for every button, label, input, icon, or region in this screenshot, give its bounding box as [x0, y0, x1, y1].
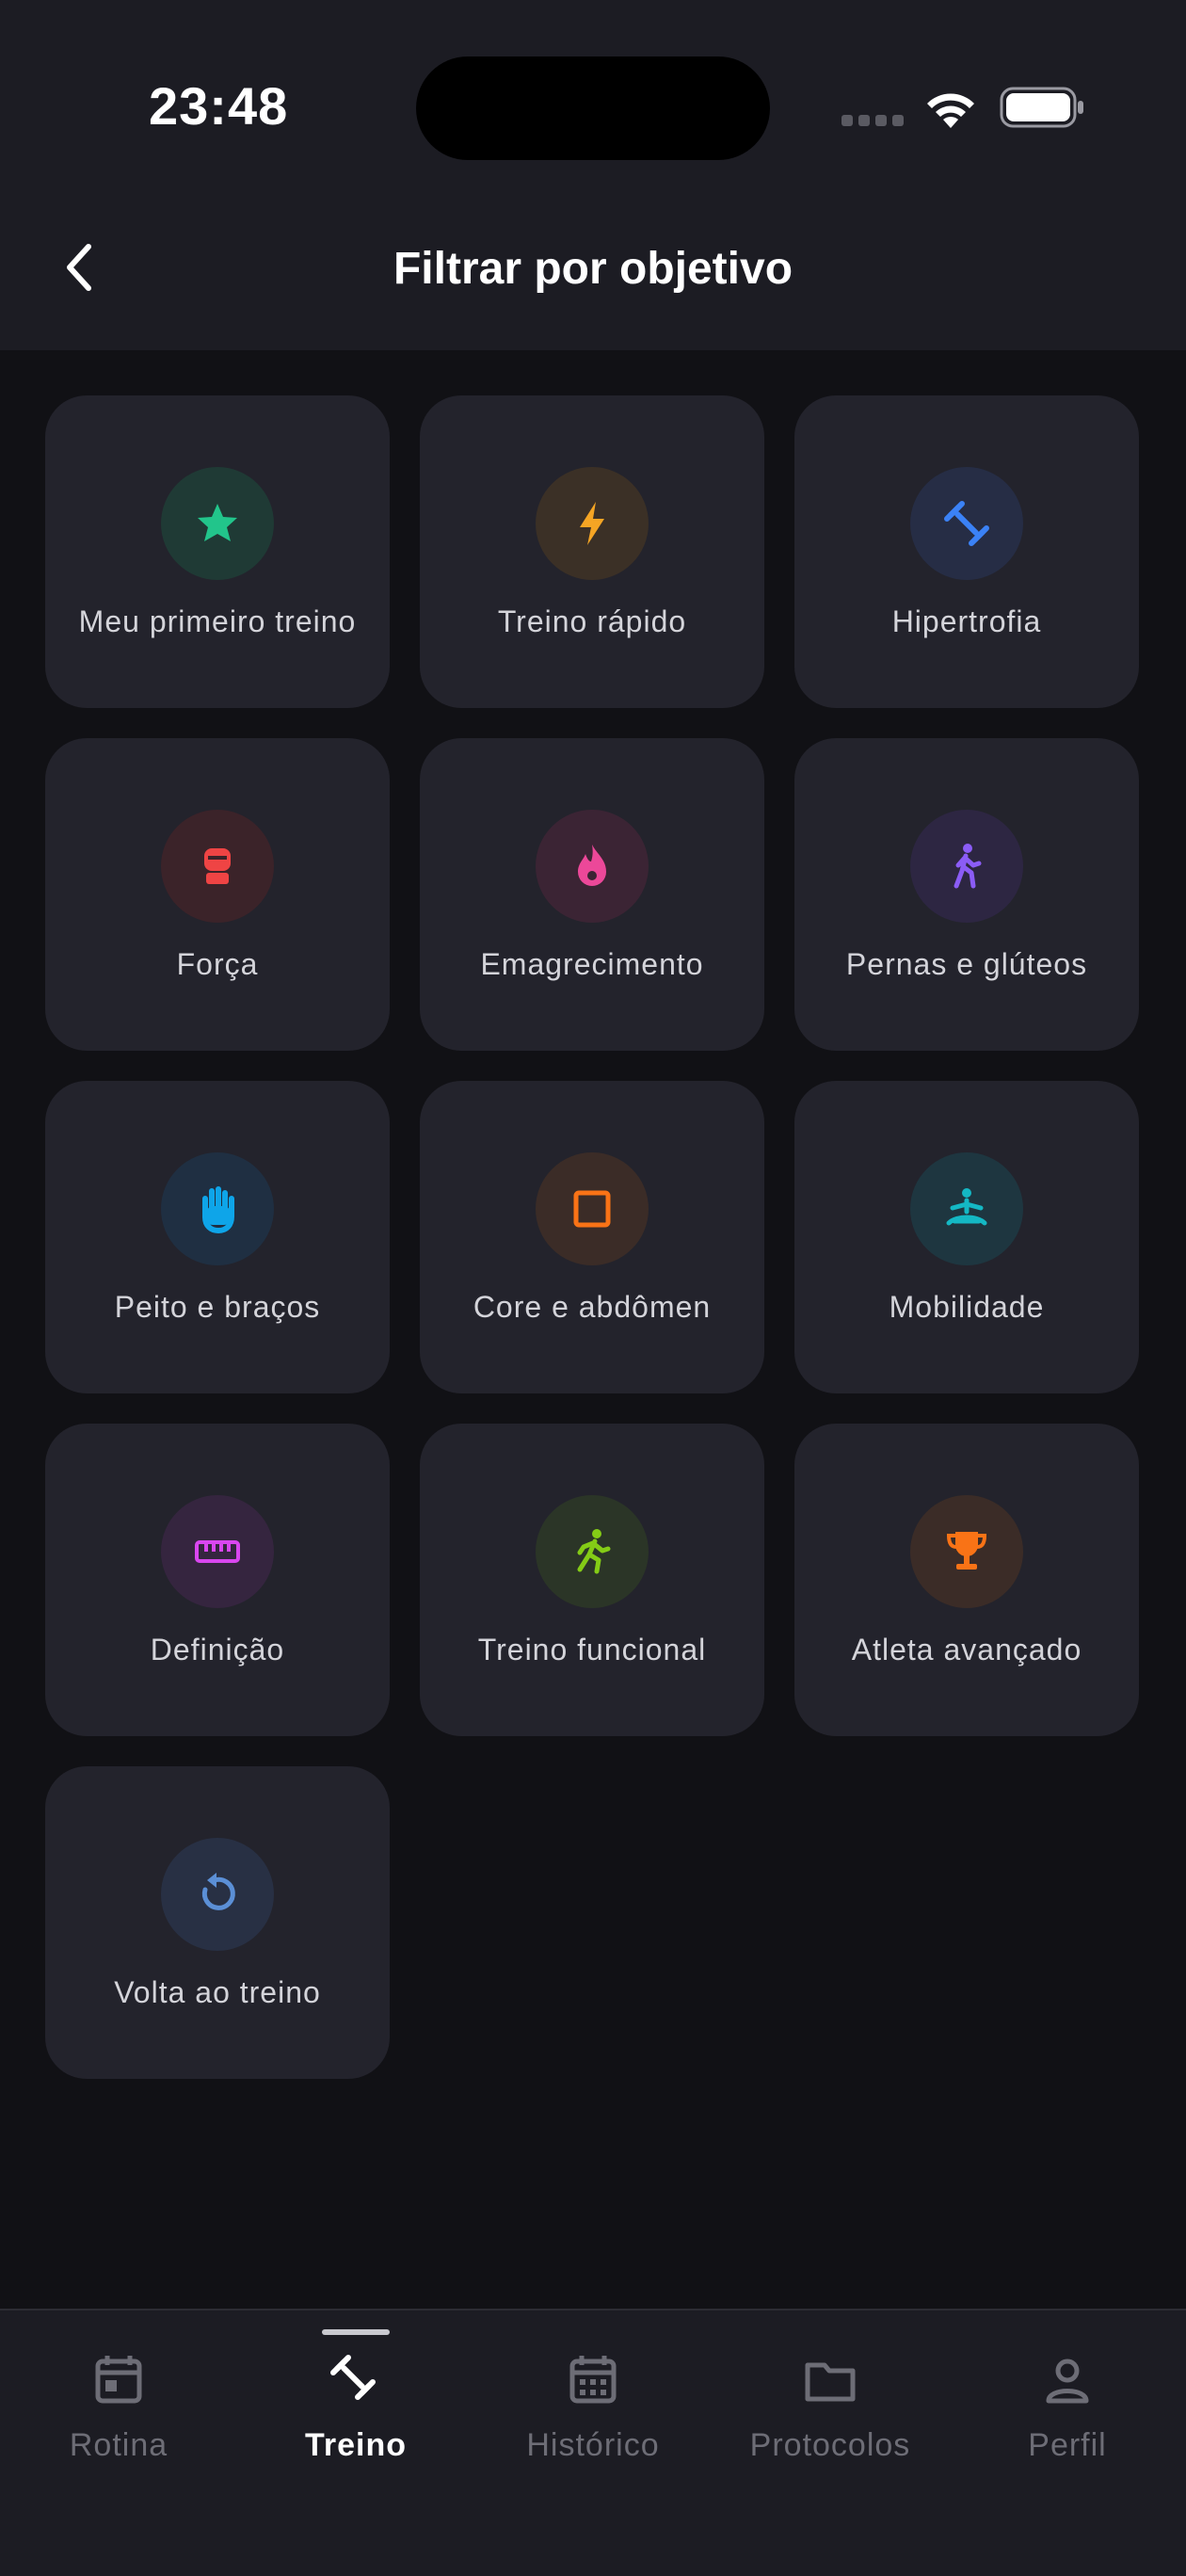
goal-card[interactable]: Peito e braços: [45, 1081, 390, 1393]
goal-label: Hipertrofia: [891, 604, 1042, 638]
goal-label: Peito e braços: [114, 1290, 321, 1324]
square-icon: [573, 1190, 611, 1228]
goal-icon-circle: [910, 810, 1023, 923]
running-person-icon: [577, 1529, 611, 1574]
nav-tab-perfil[interactable]: Perfil: [954, 2310, 1180, 2518]
goal-label: Volta ao treino: [114, 1975, 321, 2009]
goal-card[interactable]: Hipertrofia: [794, 395, 1139, 708]
goal-icon-circle: [161, 1838, 274, 1951]
goal-label: Core e abdômen: [473, 1290, 712, 1324]
nav-tab-protocolos[interactable]: Protocolos: [717, 2310, 943, 2518]
goal-label: Emagrecimento: [480, 947, 704, 981]
ruler-icon: [195, 1540, 240, 1563]
screen: 23:48 Filtrar por objetivo Meu primeiro …: [0, 0, 1186, 2576]
goal-icon-circle: [910, 1152, 1023, 1265]
meditation-icon: [946, 1188, 987, 1226]
goal-card[interactable]: Treino rápido: [420, 395, 764, 708]
nav-tab-label: Protocolos: [749, 2427, 911, 2463]
goal-label: Meu primeiro treino: [78, 604, 357, 638]
goal-label: Treino rápido: [497, 604, 687, 638]
calendar-grid-icon: [569, 2356, 617, 2404]
user-icon: [1046, 2359, 1089, 2404]
goal-card[interactable]: Volta ao treino: [45, 1766, 390, 2079]
goal-card[interactable]: Meu primeiro treino: [45, 395, 390, 708]
nav-tab-label: Rotina: [69, 2427, 168, 2463]
goal-icon-circle: [536, 467, 649, 580]
top-bar: 23:48 Filtrar por objetivo: [0, 0, 1186, 350]
goal-icon-circle: [161, 810, 274, 923]
restart-icon: [201, 1873, 235, 1910]
goal-grid: Meu primeiro treino Treino rápido Hipert…: [45, 395, 1139, 2079]
goal-label: Mobilidade: [889, 1290, 1045, 1324]
goal-icon-circle: [161, 1152, 274, 1265]
nav-tab-label: Perfil: [1028, 2427, 1107, 2463]
nav-tab-label: Treino: [304, 2427, 408, 2463]
goal-card[interactable]: Mobilidade: [794, 1081, 1139, 1393]
battery-icon: [1000, 87, 1083, 128]
status-time: 23:48: [149, 76, 289, 136]
nav-tab-rotina[interactable]: Rotina: [6, 2310, 232, 2518]
goal-label: Definição: [150, 1633, 285, 1666]
goal-card[interactable]: Pernas e glúteos: [794, 738, 1139, 1051]
trophy-icon: [946, 1532, 987, 1570]
goal-icon-circle: [536, 1152, 649, 1265]
goal-icon-circle: [161, 1495, 274, 1608]
active-tab-indicator: [322, 2329, 390, 2335]
goal-card[interactable]: Força: [45, 738, 390, 1051]
flame-icon: [578, 845, 606, 886]
page-title: Filtrar por objetivo: [393, 244, 793, 294]
calendar-icon: [95, 2356, 142, 2404]
goal-card[interactable]: Definição: [45, 1424, 390, 1736]
goal-icon-circle: [161, 467, 274, 580]
walking-person-icon: [954, 844, 982, 889]
goal-icon-circle: [536, 1495, 649, 1608]
cellular-signal-icon: [841, 115, 904, 126]
dumbbell-icon: [944, 501, 989, 546]
nav-tab-treino[interactable]: Treino: [243, 2310, 469, 2518]
boxing-glove-icon: [204, 848, 231, 884]
lightning-icon: [580, 502, 604, 545]
goal-card[interactable]: Emagrecimento: [420, 738, 764, 1051]
goal-label: Atleta avançado: [851, 1633, 1082, 1666]
goal-card[interactable]: Core e abdômen: [420, 1081, 764, 1393]
goal-label: Treino funcional: [477, 1633, 707, 1666]
folder-icon: [805, 2362, 856, 2402]
goal-card[interactable]: Atleta avançado: [794, 1424, 1139, 1736]
hand-icon: [202, 1186, 234, 1234]
dynamic-island: [416, 56, 770, 160]
bottom-nav: Rotina Treino Histórico Protocolos Perfi…: [0, 2309, 1186, 2576]
dumbbell-icon: [330, 2355, 376, 2400]
nav-tab-historico[interactable]: Histórico: [480, 2310, 706, 2518]
star-icon: [198, 504, 237, 541]
goal-icon-circle: [910, 467, 1023, 580]
goal-label: Força: [176, 947, 259, 981]
goal-icon-circle: [536, 810, 649, 923]
wifi-icon: [927, 93, 974, 128]
goal-label: Pernas e glúteos: [845, 947, 1088, 981]
nav-tab-label: Histórico: [526, 2427, 660, 2463]
goal-card[interactable]: Treino funcional: [420, 1424, 764, 1736]
goal-icon-circle: [910, 1495, 1023, 1608]
